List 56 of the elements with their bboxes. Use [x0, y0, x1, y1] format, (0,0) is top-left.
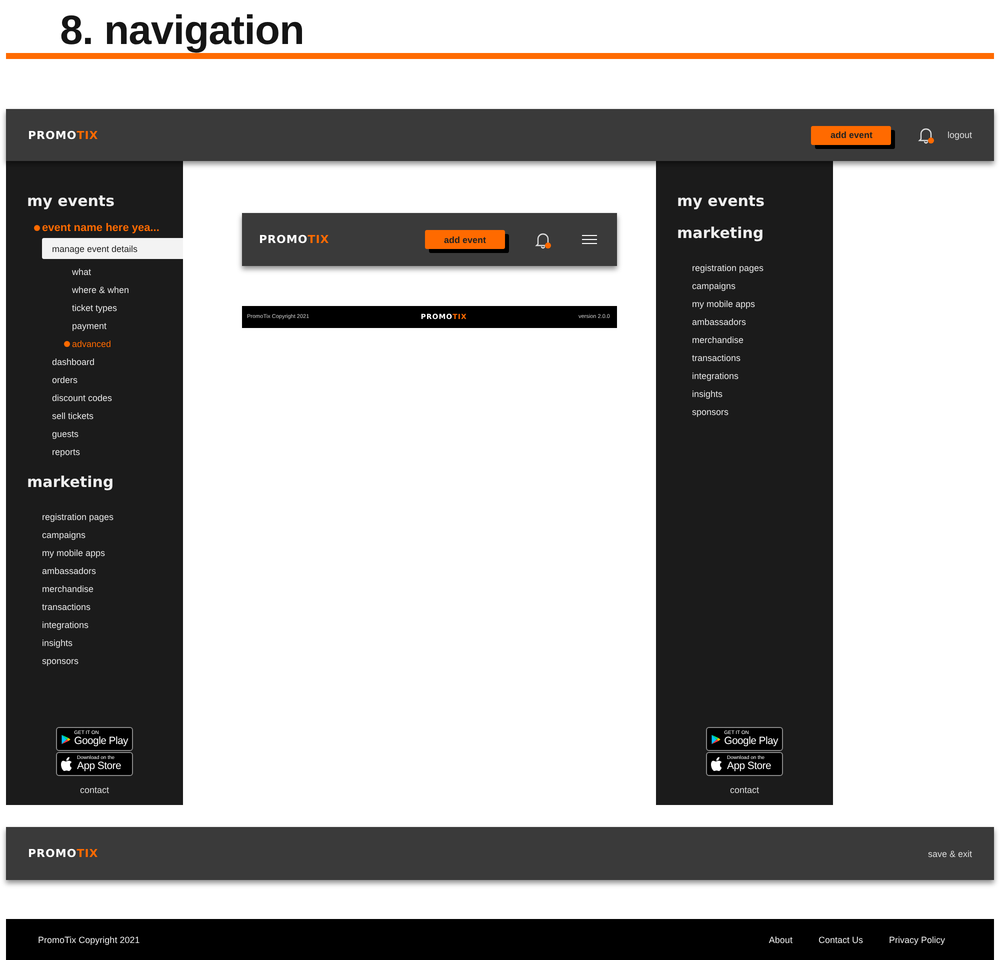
- nav-item[interactable]: event name here yea...: [6, 218, 160, 238]
- nav-item[interactable]: manage event details: [42, 238, 183, 259]
- nav-item[interactable]: advanced: [6, 335, 112, 353]
- nav-item[interactable]: campaigns: [6, 526, 86, 544]
- nav-item[interactable]: my mobile apps: [6, 544, 106, 562]
- nav-item[interactable]: transactions: [656, 349, 741, 367]
- footer-link[interactable]: About: [768, 934, 792, 944]
- nav-item[interactable]: discount codes: [6, 389, 112, 407]
- nav-item[interactable]: guests: [6, 425, 79, 443]
- nav-item[interactable]: reports: [6, 443, 80, 461]
- copyright-text: PromoTix Copyright 2021: [38, 934, 140, 944]
- add-event-button[interactable]: add event: [425, 230, 505, 249]
- page-title: 8. navigation: [59, 6, 306, 53]
- contact-link[interactable]: contact: [80, 785, 110, 795]
- logo[interactable]: PROMOTIX: [28, 130, 98, 140]
- nav-item[interactable]: merchandise: [6, 580, 94, 598]
- nav-item[interactable]: my mobile apps: [656, 295, 756, 313]
- nav-item[interactable]: sponsors: [6, 652, 79, 670]
- nav-item[interactable]: integrations: [6, 616, 89, 634]
- contact-link[interactable]: contact: [730, 785, 760, 795]
- nav-item[interactable]: insights: [6, 634, 73, 652]
- menu-icon[interactable]: [582, 235, 597, 244]
- section-heading: my events: [26, 191, 116, 212]
- nav-item[interactable]: sponsors: [656, 403, 729, 421]
- logo[interactable]: PROMOTIX: [259, 234, 330, 245]
- nav-item[interactable]: what: [6, 263, 92, 281]
- save-exit-link[interactable]: save & exit: [928, 848, 972, 858]
- nav-item[interactable]: where & when: [6, 281, 130, 299]
- footer-link[interactable]: Privacy Policy: [888, 934, 945, 944]
- nav-item[interactable]: orders: [6, 371, 78, 389]
- nav-item[interactable]: campaigns: [656, 277, 736, 295]
- section-heading: my events: [676, 191, 766, 212]
- section-heading: marketing: [26, 472, 115, 493]
- bullet-icon: [34, 225, 40, 231]
- nav-item[interactable]: ambassadors: [656, 313, 746, 331]
- nav-item[interactable]: transactions: [6, 598, 91, 616]
- nav-item[interactable]: registration pages: [656, 259, 764, 277]
- bell-icon[interactable]: [917, 126, 936, 144]
- footer-link[interactable]: Contact Us: [818, 934, 863, 944]
- nav-item[interactable]: sell tickets: [6, 407, 94, 425]
- nav-item[interactable]: integrations: [656, 367, 739, 385]
- apple-icon: [61, 756, 74, 772]
- nav-item[interactable]: dashboard: [6, 353, 95, 371]
- bullet-icon: [64, 341, 70, 347]
- apple-icon: [711, 756, 724, 772]
- nav-item[interactable]: payment: [6, 317, 107, 335]
- logo[interactable]: PROMOTIX: [28, 848, 98, 859]
- nav-item[interactable]: registration pages: [6, 508, 114, 526]
- section-heading: marketing: [676, 223, 765, 244]
- bell-icon[interactable]: [534, 230, 552, 248]
- nav-item[interactable]: ticket types: [6, 299, 118, 317]
- logout-link[interactable]: logout: [947, 130, 972, 140]
- nav-item[interactable]: merchandise: [656, 331, 744, 349]
- nav-item[interactable]: ambassadors: [6, 562, 96, 580]
- add-event-button[interactable]: add event: [811, 126, 892, 144]
- nav-item[interactable]: insights: [656, 385, 723, 403]
